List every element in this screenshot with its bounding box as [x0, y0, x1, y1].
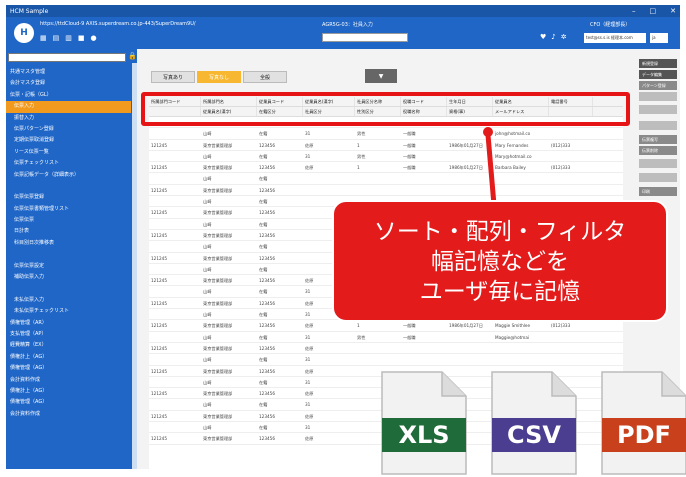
csv-label: CSV: [507, 421, 561, 449]
arrow-line: [485, 134, 497, 206]
xls-file-icon: XLS: [381, 371, 467, 475]
xls-label: XLS: [398, 421, 449, 449]
pdf-label: PDF: [617, 421, 671, 449]
callout-box: ソート・配列・フィルタ 幅記憶などを ユーザ毎に記憶: [332, 200, 668, 322]
callout-line-3: ユーザ毎に記憶: [419, 279, 581, 305]
csv-file-icon: CSV: [491, 371, 577, 475]
callout-line-1: ソート・配列・フィルタ: [373, 219, 627, 245]
pdf-file-icon: PDF: [601, 371, 686, 475]
arrow-dot: [483, 127, 493, 137]
callout-line-2: 幅記憶などを: [431, 249, 569, 275]
